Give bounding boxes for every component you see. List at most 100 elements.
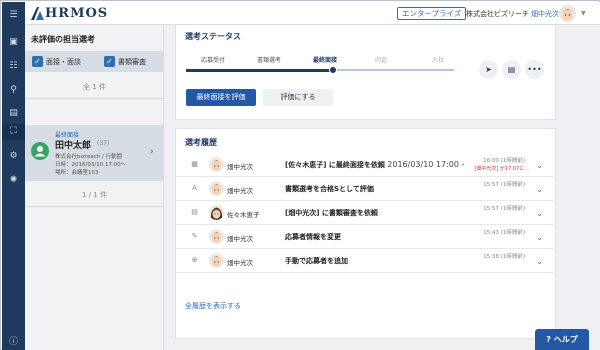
actor-avatar — [209, 229, 224, 244]
history-action: 応募者情報を変更 — [285, 233, 341, 241]
male-avatar-icon — [209, 229, 224, 244]
logo[interactable]: HRMOS — [31, 5, 108, 22]
set-evaluation-button[interactable]: 評価にする — [263, 89, 333, 106]
nav-rail: ☰ ▣ ☷ ⚲ ▤ ⛶ ⚙ ✺ ⓘ — [2, 2, 25, 350]
person-icon — [31, 142, 49, 160]
help-icon: ? — [546, 335, 551, 344]
user-menu-caret-icon[interactable]: ▼ — [581, 10, 586, 17]
user-avatar[interactable] — [559, 5, 576, 22]
person-silhouette-icon — [34, 146, 46, 157]
actor-name: 畑中光次 — [227, 187, 253, 195]
actor-name: 畑中光次 — [227, 235, 253, 243]
candidate-company: 株式会社bizreach / 行動囲 — [55, 154, 123, 160]
history-date: 2016/03/10 17:00 - — [387, 160, 465, 169]
history-time: 16:00 (1時間前) — [483, 158, 525, 164]
candidate-age: (37) — [97, 140, 110, 147]
history-section: 選考履歴 ▦ 畑中光次 [佐々木恵子] に最終面接を依頼 2016/03/10 17… — [175, 128, 557, 339]
filter-interview-checkbox[interactable]: ✓ — [32, 56, 43, 67]
help-label: ヘルプ — [553, 335, 578, 344]
document-review-icon: ▤ — [191, 208, 198, 216]
actor-avatar — [209, 205, 224, 220]
history-row[interactable]: ▦ 畑中光次 [佐々木恵子] に最終面接を依頼 2016/03/10 17:00 -… — [176, 153, 557, 177]
chevron-down-icon[interactable]: ⌄ — [536, 185, 543, 194]
female-avatar-icon — [209, 205, 224, 220]
chevron-down-icon[interactable]: ⌄ — [536, 257, 543, 266]
filter-bar: ✓ 面接・面談 ✓ 書類審査 — [25, 51, 164, 72]
progress-track-remaining — [333, 69, 454, 71]
panel-title: 未評価の担当選考 — [31, 35, 95, 44]
search-icon[interactable]: ⚲ — [6, 83, 21, 98]
history-text: 手動で応募者を追加 — [285, 256, 348, 266]
filter-document-label: 書類審査 — [118, 58, 146, 66]
history-time: 15:38 (1時間前) — [483, 254, 525, 260]
male-avatar-icon — [209, 157, 224, 172]
history-text: 書類選考を合格Sとして評価 — [285, 184, 374, 194]
male-avatar-icon — [559, 5, 576, 22]
info-icon[interactable]: ⓘ — [6, 335, 21, 350]
document-icon[interactable]: ▤ — [6, 106, 21, 121]
actor-name: 畑中光次 — [227, 259, 253, 267]
progress-track-done — [186, 69, 334, 72]
chevron-down-icon[interactable]: ⌄ — [536, 233, 543, 242]
more-button[interactable]: ••• — [525, 60, 544, 79]
history-time: 15:57 (1時間前) — [483, 206, 525, 212]
total-count: 全 1 件 — [83, 83, 106, 91]
chevron-down-icon[interactable]: ⌄ — [536, 209, 543, 218]
pagination: 1 / 1 件 — [82, 191, 107, 199]
dashboard-icon[interactable]: ▣ — [6, 35, 21, 50]
pending-evaluation-panel: 未評価の担当選考 ✓ 面接・面談 ✓ 書類審査 全 1 件 最終面接 田中太郎 … — [25, 25, 164, 350]
step-label: 応募受付 — [201, 57, 226, 64]
candidate-datetime: 日時：2016/03/10 17:00〜 — [55, 162, 127, 168]
menu-icon[interactable]: ☰ — [6, 8, 21, 23]
male-avatar-icon — [209, 253, 224, 268]
evaluate-button[interactable]: 最終面接を評価 — [186, 89, 256, 106]
history-text: [畑中光次] に書類審査を依頼 — [285, 208, 378, 218]
actor-avatar — [209, 253, 224, 268]
step-label-current: 最終面接 — [313, 57, 338, 64]
settings-icon[interactable]: ⚙ — [6, 149, 21, 164]
history-row[interactable]: ⊕ 畑中光次 手動で応募者を追加 15:38 (1時間前) ⌄ — [176, 249, 557, 273]
history-row[interactable]: ✎ 畑中光次 応募者情報を変更 15:43 (1時間前) ⌄ — [176, 225, 557, 249]
actor-avatar — [209, 157, 224, 172]
file-button[interactable]: ▤ — [502, 60, 521, 79]
candidate-icon[interactable]: ⛶ — [2, 124, 25, 140]
divider — [25, 98, 164, 99]
logo-text: HRMOS — [45, 6, 109, 21]
status-stepper: 応募受付 書類選考 最終面接 内定 入社 — [186, 55, 454, 75]
actor-name: 畑中光次 — [227, 163, 253, 171]
company-name: 株式会社ビズリーチ — [466, 10, 529, 18]
list-icon[interactable]: ☷ — [6, 59, 21, 74]
filter-interview-label: 面接・面談 — [46, 58, 81, 66]
show-all-history-link[interactable]: 全履歴を表示する — [185, 301, 241, 311]
help-button[interactable]: ? ヘルプ — [535, 329, 589, 350]
gear-icon[interactable]: ✺ — [6, 173, 21, 188]
pencil-icon: ✎ — [191, 232, 198, 240]
send-button[interactable]: ➤ — [479, 60, 498, 79]
filter-document-checkbox[interactable]: ✓ — [104, 56, 115, 67]
candidate-place: 場所：会議室103 — [55, 170, 99, 176]
history-time: 15:57 (1時間前) — [483, 182, 525, 188]
top-header: HRMOS エンタープライズ 株式会社ビズリーチ 畑中光次 ▼ — [25, 2, 600, 25]
history-subtime: [畑中光次] が17:07に... — [474, 166, 529, 172]
candidate-name: 田中太郎 — [55, 141, 92, 151]
logo-mark-icon — [31, 7, 44, 20]
history-time: 15:43 (1時間前) — [483, 230, 525, 236]
candidate-card[interactable]: 最終面接 田中太郎 (37) 株式会社bizreach / 行動囲 日時：201… — [25, 125, 164, 181]
grade-icon: A — [192, 184, 197, 192]
history-row[interactable]: ▤ 佐々木恵子 [畑中光次] に書類審査を依頼 15:57 (1時間前) ⌄ — [176, 201, 557, 225]
history-action: [佐々木恵子] に最終面接を依頼 — [285, 161, 385, 169]
main-content: 選考ステータス 応募受付 書類選考 最終面接 内定 入社 ➤ ▤ ••• 最終面… — [164, 25, 600, 350]
history-title: 選考履歴 — [185, 138, 217, 147]
user-name[interactable]: 畑中光次 — [531, 9, 559, 19]
history-action: 書類選考を合格Sとして評価 — [285, 185, 374, 193]
male-avatar-icon — [209, 181, 224, 196]
step-label: 書類選考 — [257, 57, 282, 64]
progress-knob — [329, 66, 338, 74]
history-text: 応募者情報を変更 — [285, 232, 341, 242]
history-row[interactable]: A 畑中光次 書類選考を合格Sとして評価 15:57 (1時間前) ⌄ — [176, 177, 557, 201]
plan-badge: エンタープライズ — [397, 7, 467, 20]
chevron-down-icon[interactable]: ⌄ — [536, 161, 543, 170]
step-label: 入社 — [432, 57, 445, 64]
step-label: 内定 — [375, 57, 388, 64]
plus-circle-icon: ⊕ — [191, 256, 198, 264]
